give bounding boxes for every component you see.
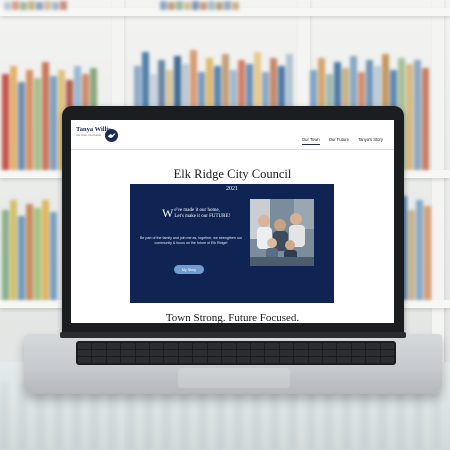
hero-banner: 2021 W e've made it our home, Let's make… (130, 184, 334, 303)
hero-body-text: Be part of the family and join me as, to… (139, 236, 243, 246)
hero-dropcap: W (162, 206, 174, 220)
nav-tanyas-story[interactable]: Tanya's Story (358, 137, 383, 145)
hero-heading-line1: e've made it our home, (174, 208, 220, 213)
book-row (160, 0, 239, 10)
laptop-trackpad (178, 368, 290, 388)
laptop-keyboard (76, 341, 396, 365)
page-title: Elk Ridge City Council (173, 167, 292, 181)
nav-our-town[interactable]: Our Town (301, 137, 320, 146)
bird-logo-icon[interactable] (105, 129, 118, 142)
site-header: Tanya Willis Our Town. Our Future. Our T… (71, 120, 394, 150)
laptop-screen: Tanya Willis Our Town. Our Future. Our T… (71, 120, 394, 323)
tagline: Town Strong. Future Focused. (165, 312, 300, 324)
book-row (4, 0, 67, 10)
hero-heading-line2: Let's make it our FUTURE! (174, 214, 231, 220)
book-row (2, 196, 57, 300)
my-story-button[interactable]: My Story (174, 265, 204, 274)
main-nav: Our Town Our Future Tanya's Story (301, 137, 383, 146)
nav-our-future[interactable]: Our Future (329, 137, 349, 145)
hero-year: 2021 (226, 186, 238, 192)
family-photo (250, 199, 314, 266)
laptop-hinge (60, 332, 406, 338)
hero-heading: W e've made it our home, Let's make it o… (162, 206, 252, 221)
